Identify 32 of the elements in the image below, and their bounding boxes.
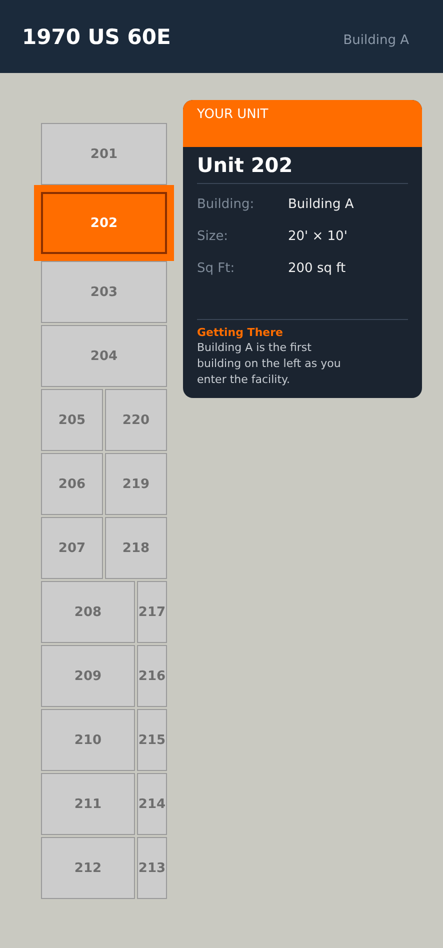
storage-unit[interactable]: 211 xyxy=(41,773,135,835)
detail-value: 20' × 10' xyxy=(288,229,348,244)
detail-label: Building: xyxy=(197,197,256,212)
building-label: Building A xyxy=(343,33,409,48)
storage-unit[interactable]: 210 xyxy=(41,709,135,771)
storage-unit[interactable]: 201 xyxy=(41,123,167,185)
storage-unit[interactable]: 203 xyxy=(41,261,167,323)
storage-unit[interactable]: 214 xyxy=(137,773,167,835)
detail-label: Size: xyxy=(197,229,230,244)
storage-unit[interactable]: 217 xyxy=(137,581,167,643)
storage-unit[interactable]: 209 xyxy=(41,645,135,707)
directions-heading: Getting There xyxy=(197,326,284,339)
storage-unit[interactable]: 220 xyxy=(105,389,167,451)
storage-unit[interactable]: 204 xyxy=(41,325,167,387)
detail-value: Building A xyxy=(288,197,355,212)
storage-unit[interactable]: 215 xyxy=(137,709,167,771)
storage-unit[interactable]: 206 xyxy=(41,453,103,515)
card-header: YOUR UNIT xyxy=(183,100,422,147)
storage-unit[interactable]: 205 xyxy=(41,389,103,451)
storage-unit[interactable]: 213 xyxy=(137,837,167,899)
facility-title: 1970 US 60E xyxy=(22,24,171,48)
detail-value: 200 sq ft xyxy=(288,261,347,276)
storage-unit[interactable]: 216 xyxy=(137,645,167,707)
directions-text: Building A is the first building on the left as you enter the facility. xyxy=(197,340,342,388)
storage-unit[interactable]: 212 xyxy=(41,837,135,899)
storage-unit[interactable]: 207 xyxy=(41,517,103,579)
storage-unit[interactable]: 208 xyxy=(41,581,135,643)
storage-unit[interactable]: 218 xyxy=(105,517,167,579)
unit-title: Unit 202 xyxy=(197,153,408,184)
detail-label: Sq Ft: xyxy=(197,261,236,276)
storage-unit[interactable]: 219 xyxy=(105,453,167,515)
storage-unit[interactable]: 202 xyxy=(34,185,174,261)
